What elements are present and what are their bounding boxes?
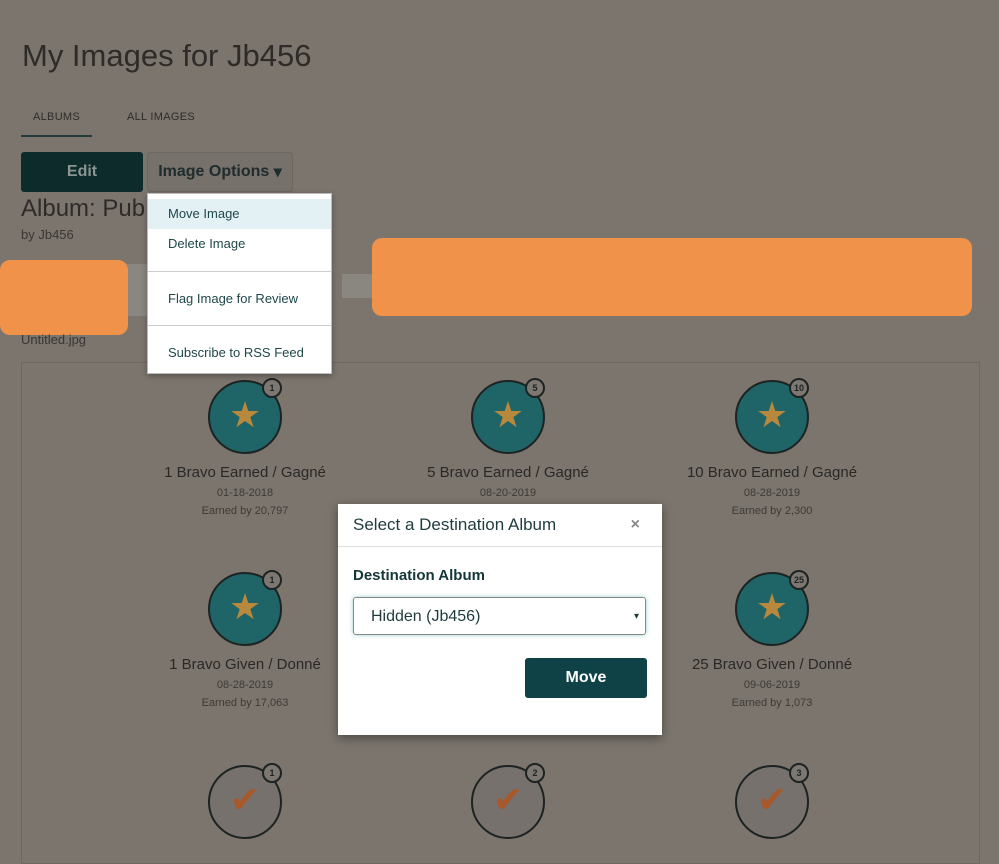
menu-divider [148,271,331,272]
star-ribbon-icon: ★ 5 [471,378,545,454]
badge[interactable]: ✔ 3 [672,763,872,839]
image-filename[interactable]: Untitled.jpg [21,332,86,347]
badge[interactable]: ✔ 2 [408,763,608,839]
badge[interactable]: ✔ 1 [145,763,345,839]
menu-item-flag-image[interactable]: Flag Image for Review [148,284,331,314]
badge[interactable]: ★ 10 10 Bravo Earned / Gagné 08-28-2019 E… [672,378,872,517]
destination-album-label: Destination Album [353,567,485,584]
edit-button[interactable]: Edit [21,152,143,192]
dialog-title: Select a Destination Album [353,515,557,534]
image-options-menu: Move Image Delete Image Flag Image for R… [147,193,332,374]
star-ribbon-icon: ★ 10 [735,378,809,454]
checkmark-icon: ✔ 3 [735,763,809,839]
badge[interactable]: ★ 1 1 Bravo Earned / Gagné 01-18-2018 Ear… [145,378,345,517]
image-thumbnail[interactable] [342,274,376,298]
checkmark-icon: ✔ 1 [208,763,282,839]
page-title: My Images for Jb456 [22,38,312,73]
star-chevron-icon: ★ 1 [208,570,282,646]
move-button[interactable]: Move [525,658,647,698]
menu-item-delete-image[interactable]: Delete Image [148,229,331,259]
badge[interactable]: ★ 25 25 Bravo Given / Donné 09-06-2019 Ea… [672,570,872,709]
checkmark-icon: ✔ 2 [471,763,545,839]
destination-album-select[interactable]: Hidden (Jb456) ▾ [353,597,646,635]
menu-item-move-image[interactable]: Move Image [148,199,331,229]
selected-album: Hidden (Jb456) [371,608,481,625]
tab-albums[interactable]: ALBUMS [21,111,93,137]
tab-all-images[interactable]: ALL IMAGES [127,111,195,123]
album-owner: by Jb456 [21,227,74,242]
caret-down-icon: ▾ [273,164,282,181]
image-options-button[interactable]: Image Options ▾ [147,152,293,192]
image-options-label: Image Options [158,163,270,180]
caret-down-icon: ▾ [633,611,639,622]
album-title: Album: Pub [21,195,146,222]
redaction [372,238,972,316]
badge[interactable]: ★ 5 5 Bravo Earned / Gagné 08-20-2019 [408,378,608,499]
dialog-header: Select a Destination Album × [338,504,662,547]
close-icon[interactable]: × [631,516,640,534]
move-image-dialog: Select a Destination Album × Destination… [338,504,662,735]
star-ribbon-icon: ★ 1 [208,378,282,454]
menu-item-subscribe-rss[interactable]: Subscribe to RSS Feed [148,338,331,368]
redaction [0,260,128,335]
badge[interactable]: ★ 1 1 Bravo Given / Donné 08-28-2019 Earn… [145,570,345,709]
star-chevron-icon: ★ 25 [735,570,809,646]
menu-divider [148,325,331,326]
